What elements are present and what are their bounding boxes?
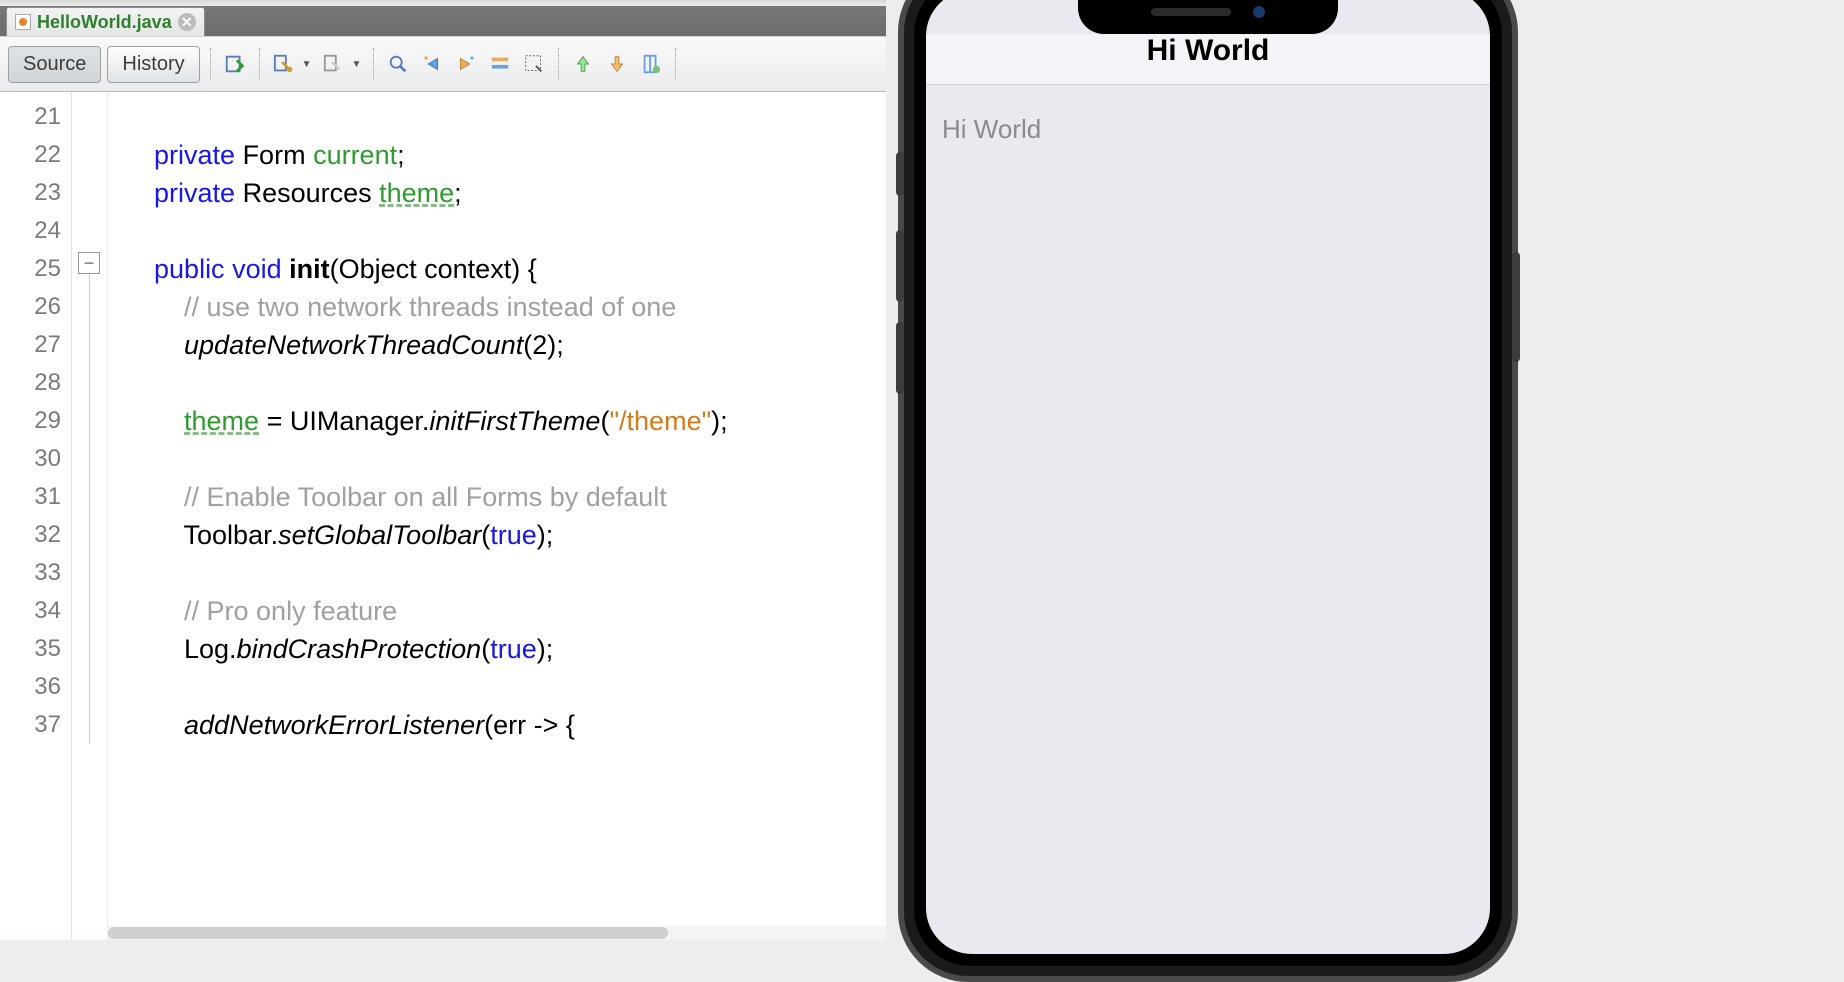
phone-screen[interactable]: Hi World Hi World [926, 0, 1490, 954]
history-tab-button[interactable]: History [107, 46, 199, 83]
code-line[interactable] [108, 98, 886, 136]
phone-power-button [1512, 252, 1520, 362]
code-line[interactable]: private Resources theme; [108, 174, 886, 212]
diff-icon[interactable] [270, 50, 298, 78]
line-number-gutter: 2122232425262728293031323334353637 [0, 92, 72, 940]
fold-column: − [72, 92, 108, 940]
code-line[interactable]: Log.bindCrashProtection(true); [108, 630, 886, 668]
phone-volume-up [896, 230, 904, 302]
source-tab-button[interactable]: Source [8, 46, 101, 83]
line-number: 22 [0, 136, 71, 174]
simulator-panel: Hi World Hi World [886, 0, 1844, 940]
toolbar-separator [373, 48, 374, 80]
line-number: 21 [0, 98, 71, 136]
line-number: 37 [0, 706, 71, 744]
code-line[interactable]: // Pro only feature [108, 592, 886, 630]
phone-mute-switch [896, 152, 904, 196]
horizontal-scrollbar[interactable] [108, 926, 886, 940]
line-number: 34 [0, 592, 71, 630]
find-next-icon[interactable] [452, 50, 480, 78]
code-body[interactable]: private Form current; private Resources … [108, 92, 886, 940]
code-line[interactable]: private Form current; [108, 136, 886, 174]
line-number: 31 [0, 478, 71, 516]
code-line[interactable] [108, 212, 886, 250]
phone-volume-down [896, 322, 904, 394]
line-number: 28 [0, 364, 71, 402]
line-number: 36 [0, 668, 71, 706]
line-number: 23 [0, 174, 71, 212]
horizontal-scrollbar-thumb[interactable] [108, 927, 668, 939]
toolbar-separator [210, 48, 211, 80]
line-number: 29 [0, 402, 71, 440]
toolbar-separator [259, 48, 260, 80]
line-number: 32 [0, 516, 71, 554]
main-container: HelloWorld.java ✕ Source History ▼ ▼ [0, 0, 1844, 940]
diff-to-icon[interactable] [320, 50, 348, 78]
code-line[interactable]: public void init(Object context) { [108, 250, 886, 288]
fold-guide-line [89, 274, 90, 744]
prev-bookmark-icon[interactable] [569, 50, 597, 78]
code-line[interactable] [108, 440, 886, 478]
line-number: 25 [0, 250, 71, 288]
code-line[interactable]: // Enable Toolbar on all Forms by defaul… [108, 478, 886, 516]
code-line[interactable]: // use two network threads instead of on… [108, 288, 886, 326]
fold-collapse-icon[interactable]: − [78, 252, 100, 274]
line-number: 33 [0, 554, 71, 592]
file-tab-label: HelloWorld.java [37, 12, 172, 33]
phone-camera-icon [1253, 6, 1265, 18]
toggle-bookmark-icon[interactable] [637, 50, 665, 78]
code-line[interactable] [108, 364, 886, 402]
file-tab-helloworld[interactable]: HelloWorld.java ✕ [6, 7, 205, 37]
code-line[interactable] [108, 668, 886, 706]
app-content-label: Hi World [926, 96, 1490, 954]
code-line[interactable]: theme = UIManager.initFirstTheme("/theme… [108, 402, 886, 440]
phone-mockup: Hi World Hi World [898, 0, 1518, 982]
code-line[interactable]: addNetworkErrorListener(err -> { [108, 706, 886, 744]
find-prev-icon[interactable] [418, 50, 446, 78]
dropdown-icon[interactable]: ▼ [352, 59, 362, 70]
line-number: 35 [0, 630, 71, 668]
code-editor-panel: HelloWorld.java ✕ Source History ▼ ▼ [0, 0, 886, 940]
line-number: 26 [0, 288, 71, 326]
code-line[interactable]: Toolbar.setGlobalToolbar(true); [108, 516, 886, 554]
toolbar-separator [675, 48, 676, 80]
code-line[interactable]: updateNetworkThreadCount(2); [108, 326, 886, 364]
editor-toolbar: Source History ▼ ▼ [0, 36, 886, 92]
line-number: 24 [0, 212, 71, 250]
code-area[interactable]: 2122232425262728293031323334353637 − pri… [0, 92, 886, 940]
phone-speaker-icon [1151, 8, 1231, 16]
rect-select-icon[interactable] [520, 50, 548, 78]
phone-notch [1078, 0, 1338, 34]
app-title-label: Hi World [926, 34, 1490, 85]
line-number: 30 [0, 440, 71, 478]
code-line[interactable] [108, 554, 886, 592]
line-number: 27 [0, 326, 71, 364]
last-edit-icon[interactable] [221, 50, 249, 78]
toggle-highlight-icon[interactable] [486, 50, 514, 78]
toolbar-separator [558, 48, 559, 80]
next-bookmark-icon[interactable] [603, 50, 631, 78]
dropdown-icon[interactable]: ▼ [302, 59, 312, 70]
close-icon[interactable]: ✕ [178, 13, 196, 31]
java-file-icon [15, 14, 31, 30]
find-selection-icon[interactable] [384, 50, 412, 78]
